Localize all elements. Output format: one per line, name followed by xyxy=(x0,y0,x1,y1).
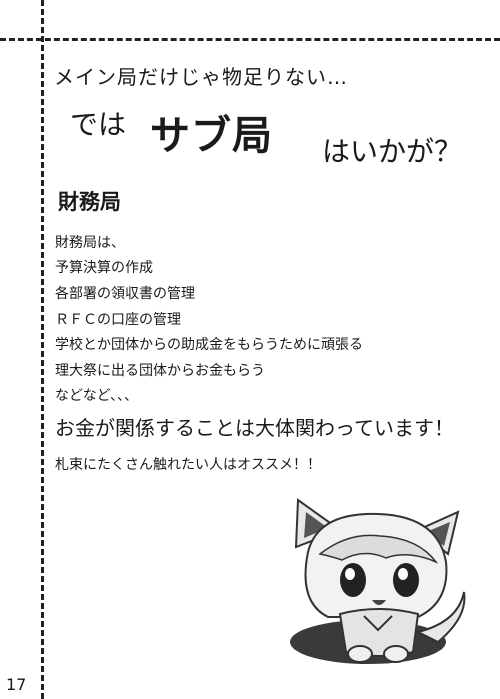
headline-sub-kyoku: サブ局 xyxy=(150,113,273,159)
highlight-line: お金が関係することは大体関わっています！ xyxy=(55,416,454,440)
mascot-left-eye xyxy=(340,563,366,597)
recommendation-line: 札束にたくさん触れたい人はオススメ！！ xyxy=(55,457,321,473)
page-number: 17 xyxy=(6,675,27,694)
left-dashed-border xyxy=(41,0,44,699)
intro-ikaga: はいかが？ xyxy=(322,135,463,168)
description-line: 理大祭に出る団体からお金もらう xyxy=(55,363,265,379)
chibi-fox-girl-mascot-icon xyxy=(290,498,466,664)
description-line: 各部署の領収書の管理 xyxy=(55,286,195,302)
top-dashed-border xyxy=(0,38,500,41)
intro-line: メイン局だけじゃ物足りない… xyxy=(54,65,348,89)
intro-de-wa: では xyxy=(70,108,127,141)
description-line: などなど、、、 xyxy=(55,388,139,404)
description-line: 学校とか団体からの助成金をもらうために頑張る xyxy=(55,337,363,353)
department-title: 財務局 xyxy=(58,190,121,214)
description-line: 財務局は、 xyxy=(55,235,125,251)
description-line: 予算決算の作成 xyxy=(55,260,153,276)
description-line: ＲＦＣの口座の管理 xyxy=(55,312,181,328)
mascot-right-eye xyxy=(393,563,419,597)
